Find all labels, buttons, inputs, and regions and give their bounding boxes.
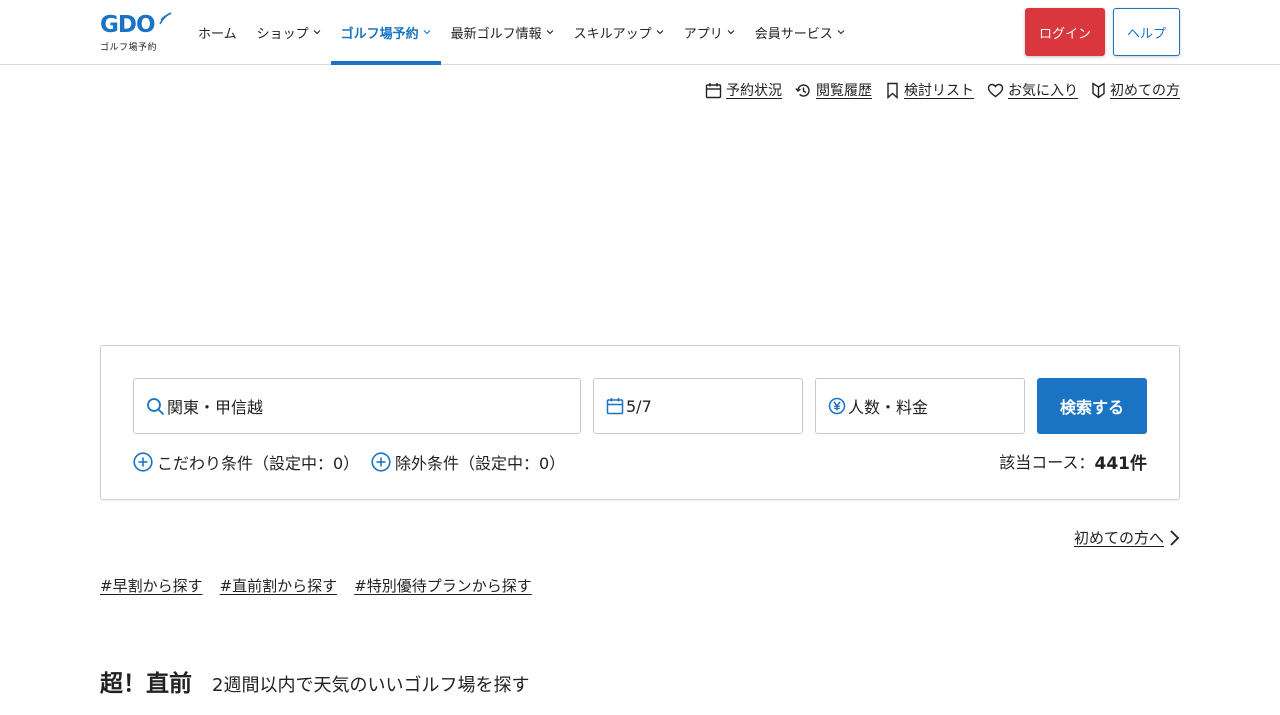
search-button[interactable]: 検索する bbox=[1037, 378, 1147, 434]
site-header: GDO ゴルフ場予約 ホーム ショップ ゴルフ場予約 最新ゴルフ情報 スキルアッ… bbox=[0, 0, 1280, 65]
logo-mark: GDO bbox=[100, 12, 156, 38]
first-time-label: 初めての方へ bbox=[1073, 529, 1164, 547]
nav-member-service[interactable]: 会員サービス bbox=[745, 0, 855, 64]
people-fee-select[interactable]: 人数・料金 bbox=[815, 378, 1025, 434]
count-value: 441件 bbox=[1094, 453, 1148, 474]
area-value: 関東・甲信越 bbox=[167, 398, 264, 417]
nav-label: ホーム bbox=[198, 26, 237, 42]
nav-label: 会員サービス bbox=[754, 26, 833, 42]
tag-early-discount[interactable]: #早割から探す bbox=[100, 575, 203, 596]
nav-skill-up[interactable]: スキルアップ bbox=[564, 0, 674, 64]
beginner-icon bbox=[1092, 81, 1105, 98]
people-value: 人数・料金 bbox=[848, 398, 929, 417]
nav-golf-reservation[interactable]: ゴルフ場予約 bbox=[330, 0, 441, 65]
tag-last-minute-discount[interactable]: #直前割から探す bbox=[220, 575, 338, 596]
chevron-down-icon bbox=[837, 30, 845, 35]
tag-special-plan[interactable]: #特別優待プランから探す bbox=[354, 575, 532, 596]
date-value: 5/7 bbox=[626, 396, 652, 416]
condition-label: こだわり条件（設定中：0） bbox=[157, 454, 360, 473]
yen-icon bbox=[828, 397, 846, 415]
nav-label: 最新ゴルフ情報 bbox=[450, 26, 542, 42]
util-label: お気に入り bbox=[1008, 83, 1078, 99]
calendar-icon bbox=[705, 82, 722, 98]
chevron-down-icon bbox=[727, 30, 735, 35]
util-history[interactable]: 閲覧履歴 bbox=[795, 80, 872, 100]
preference-conditions[interactable]: こだわり条件（設定中：0） bbox=[133, 450, 359, 474]
utility-links: 予約状況 閲覧履歴 検討リスト お気に入り 初めての方 bbox=[705, 80, 1180, 100]
exclude-label: 除外条件（設定中：0） bbox=[395, 454, 566, 473]
util-consider-list[interactable]: 検討リスト bbox=[885, 80, 974, 100]
logo-subtitle: ゴルフ場予約 bbox=[100, 43, 158, 53]
chevron-down-icon bbox=[313, 30, 321, 35]
nav-app[interactable]: アプリ bbox=[674, 0, 745, 64]
logo-swoosh-icon bbox=[159, 12, 172, 25]
area-select[interactable]: 関東・甲信越 bbox=[133, 378, 581, 434]
heart-icon bbox=[987, 83, 1004, 97]
chevron-right-icon bbox=[1170, 529, 1180, 546]
search-icon bbox=[147, 397, 165, 415]
plus-circle-icon bbox=[371, 452, 391, 472]
util-label: 予約状況 bbox=[726, 83, 782, 99]
util-favorites[interactable]: お気に入り bbox=[987, 80, 1078, 100]
chevron-down-icon bbox=[546, 30, 554, 35]
nav-shop[interactable]: ショップ bbox=[247, 0, 331, 64]
util-label: 閲覧履歴 bbox=[816, 83, 872, 99]
nav-label: アプリ bbox=[683, 26, 723, 42]
exclude-conditions[interactable]: 除外条件（設定中：0） bbox=[371, 450, 565, 474]
help-button[interactable]: ヘルプ bbox=[1113, 8, 1180, 56]
plus-circle-icon bbox=[133, 452, 153, 472]
calendar-icon bbox=[606, 398, 624, 415]
util-reservation-status[interactable]: 予約状況 bbox=[705, 80, 782, 100]
nav-golf-news[interactable]: 最新ゴルフ情報 bbox=[441, 0, 564, 64]
nav-home[interactable]: ホーム bbox=[188, 0, 247, 64]
matching-course-count: 該当コース： 441件 bbox=[999, 450, 1148, 474]
first-time-link[interactable]: 初めての方へ bbox=[1074, 527, 1180, 548]
date-select[interactable]: 5/7 bbox=[593, 378, 803, 434]
util-label: 検討リスト bbox=[904, 83, 974, 99]
main-nav: ホーム ショップ ゴルフ場予約 最新ゴルフ情報 スキルアップ アプリ 会員サービ… bbox=[188, 0, 855, 65]
chevron-down-icon bbox=[656, 30, 664, 35]
history-icon bbox=[795, 83, 810, 97]
login-button[interactable]: ログイン bbox=[1025, 8, 1105, 56]
section-subtitle: 2週間以内で天気のいいゴルフ場を探す bbox=[212, 675, 530, 696]
nav-label: ショップ bbox=[256, 26, 309, 42]
section-heading: 超！直前 2週間以内で天気のいいゴルフ場を探す bbox=[100, 664, 529, 698]
search-panel: 関東・甲信越 5/7 人数・料金 検索する こだわり条件（設定中：0） 除外条件… bbox=[100, 345, 1180, 500]
bookmark-icon bbox=[887, 82, 898, 99]
chevron-down-icon bbox=[423, 30, 431, 35]
util-beginners[interactable]: 初めての方 bbox=[1091, 80, 1180, 100]
hashtag-links: #早割から探す #直前割から探す #特別優待プランから探す bbox=[100, 575, 549, 596]
util-label: 初めての方 bbox=[1110, 83, 1180, 99]
nav-label: スキルアップ bbox=[573, 26, 652, 42]
section-title: 超！直前 bbox=[100, 671, 192, 697]
count-prefix: 該当コース： bbox=[999, 453, 1095, 472]
gdo-logo[interactable]: GDO ゴルフ場予約 bbox=[100, 12, 172, 54]
nav-label: ゴルフ場予約 bbox=[340, 26, 419, 42]
